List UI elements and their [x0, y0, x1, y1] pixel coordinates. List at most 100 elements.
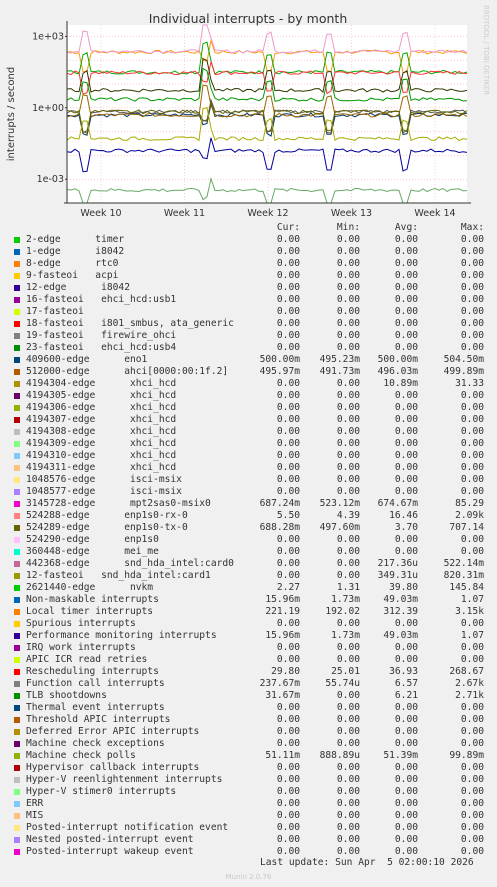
- legend-cur: 0.00: [276, 402, 300, 413]
- legend-row: Deferred Error APIC interrupts 0.00 0.00 0.…: [0, 726, 497, 738]
- legend-avg: 36.93: [389, 666, 418, 677]
- legend-max: 0.00: [460, 834, 484, 845]
- y-axis-label: interrupts / second: [6, 67, 17, 161]
- legend-label: 2621440-edge nvkm: [26, 582, 154, 593]
- legend-row: 4194309-edge xhci_hcd 0.00 0.00 0.00 0.00: [0, 438, 497, 450]
- legend-max: 0.00: [460, 258, 484, 269]
- legend-min: 0.00: [336, 342, 360, 353]
- legend-min: 0.00: [336, 534, 360, 545]
- legend-cur: 0.00: [276, 786, 300, 797]
- legend-swatch: [14, 609, 20, 615]
- legend-max: 0.00: [460, 642, 484, 653]
- legend-min: 888.89u: [319, 750, 360, 761]
- legend-swatch: [14, 645, 20, 651]
- legend-label: 16-fasteoi ehci_hcd:usb1: [26, 294, 177, 305]
- legend-max: 499.89m: [443, 366, 484, 377]
- legend-label: 3145728-edge mpt2sas0-msix0: [26, 498, 211, 509]
- legend-cur: 0.00: [276, 534, 300, 545]
- legend-max: 820.31m: [443, 570, 484, 581]
- legend-cur: 0.00: [276, 810, 300, 821]
- legend-label: 8-edge rtc0: [26, 258, 119, 269]
- legend-min: 1.73m: [331, 594, 360, 605]
- legend-swatch: [14, 381, 20, 387]
- legend-cur: 0.00: [276, 246, 300, 257]
- legend-max: 0.00: [460, 822, 484, 833]
- legend-min: 192.02: [325, 606, 360, 617]
- legend-label: MIS: [26, 810, 44, 821]
- legend-label: APIC ICR read retries: [26, 654, 148, 665]
- legend-cur: 0.00: [276, 270, 300, 281]
- legend-row: Threshold APIC interrupts 0.00 0.00 0.00 0.0…: [0, 714, 497, 726]
- legend-min: 0.00: [336, 570, 360, 581]
- legend-max: 2.09k: [455, 510, 484, 521]
- legend-swatch: [14, 825, 20, 831]
- legend-cur: 31.67m: [265, 690, 300, 701]
- legend-row: IRQ work interrupts 0.00 0.00 0.00 0.00: [0, 642, 497, 654]
- legend-row: Hypervisor callback interrupts 0.00 0.00 0.…: [0, 762, 497, 774]
- x-tick-label: Week 13: [331, 208, 372, 219]
- legend-avg: 0.00: [394, 654, 418, 665]
- legend-avg: 0.00: [394, 486, 418, 497]
- legend-cur: 688.28m: [259, 522, 300, 533]
- legend-row: Posted-interrupt notification event 0.00 0…: [0, 822, 497, 834]
- legend-swatch: [14, 777, 20, 783]
- legend-swatch: [14, 753, 20, 759]
- legend-cur: 0.00: [276, 714, 300, 725]
- legend-min: 0.00: [336, 618, 360, 629]
- legend-cur: 0.00: [276, 570, 300, 581]
- legend-row: 3145728-edge mpt2sas0-msix0 687.24m 523.12…: [0, 498, 497, 510]
- legend-label: 12-fasteoi snd_hda_intel:card1: [26, 570, 211, 581]
- legend-label: 17-fasteoi: [26, 306, 84, 317]
- legend-label: 524288-edge enp1s0-rx-0: [26, 510, 188, 521]
- legend-label: 4194306-edge xhci_hcd: [26, 402, 177, 413]
- legend-row: 16-fasteoi ehci_hcd:usb1 0.00 0.00 0.00 0.00: [0, 294, 497, 306]
- legend-row: 9-fasteoi acpi 0.00 0.00 0.00 0.00: [0, 270, 497, 282]
- legend-avg: 6.57: [394, 678, 418, 689]
- header-min: Min:: [336, 222, 360, 233]
- legend-swatch: [14, 633, 20, 639]
- legend-swatch: [14, 249, 20, 255]
- legend-swatch: [14, 657, 20, 663]
- legend-label: Hyper-V reenlightenment interrupts: [26, 774, 223, 785]
- legend-label: 4194308-edge xhci_hcd: [26, 426, 177, 437]
- legend-avg: 0.00: [394, 414, 418, 425]
- legend-max: 0.00: [460, 798, 484, 809]
- legend-max: 0.00: [460, 714, 484, 725]
- legend-avg: 0.00: [394, 390, 418, 401]
- legend-cur: 500.00m: [259, 354, 300, 365]
- legend-avg: 0.00: [394, 534, 418, 545]
- legend-swatch: [14, 429, 20, 435]
- legend-swatch: [14, 801, 20, 807]
- legend-avg: 0.00: [394, 462, 418, 473]
- legend: 2-edge timer 0.00 0.00 0.00 0.00 1-edge i8042…: [0, 234, 497, 858]
- legend-label: 9-fasteoi acpi: [26, 270, 119, 281]
- legend-avg: 6.21: [394, 690, 418, 701]
- legend-header: Cur: Min: Avg: Max:: [0, 222, 497, 234]
- legend-avg: 0.00: [394, 318, 418, 329]
- legend-label: 442368-edge snd_hda_intel:card0: [26, 558, 234, 569]
- legend-row: 2621440-edge nvkm 2.27 1.31 39.80 145.84: [0, 582, 497, 594]
- legend-cur: 0.00: [276, 390, 300, 401]
- legend-row: 4194311-edge xhci_hcd 0.00 0.00 0.00 0.00: [0, 462, 497, 474]
- legend-avg: 0.00: [394, 438, 418, 449]
- legend-row: 524290-edge enp1s0 0.00 0.00 0.00 0.00: [0, 534, 497, 546]
- legend-row: 409600-edge eno1 500.00m 495.23m 500.00m 504…: [0, 354, 497, 366]
- y-tick-label: 1e-03: [37, 174, 64, 185]
- legend-swatch: [14, 573, 20, 579]
- legend-avg: 49.03m: [383, 594, 418, 605]
- legend-min: 0.00: [336, 702, 360, 713]
- legend-min: 0.00: [336, 486, 360, 497]
- legend-cur: 687.24m: [259, 498, 300, 509]
- legend-label: 524290-edge enp1s0: [26, 534, 159, 545]
- legend-max: 0.00: [460, 342, 484, 353]
- legend-cur: 0.00: [276, 738, 300, 749]
- legend-min: 0.00: [336, 246, 360, 257]
- legend-label: Thermal event interrupts: [26, 702, 165, 713]
- legend-max: 0.00: [460, 534, 484, 545]
- legend-max: 1.07: [460, 594, 484, 605]
- legend-swatch: [14, 309, 20, 315]
- legend-min: 495.23m: [319, 354, 360, 365]
- legend-avg: 312.39: [383, 606, 418, 617]
- legend-label: 19-fasteoi firewire_ohci: [26, 330, 177, 341]
- legend-swatch: [14, 597, 20, 603]
